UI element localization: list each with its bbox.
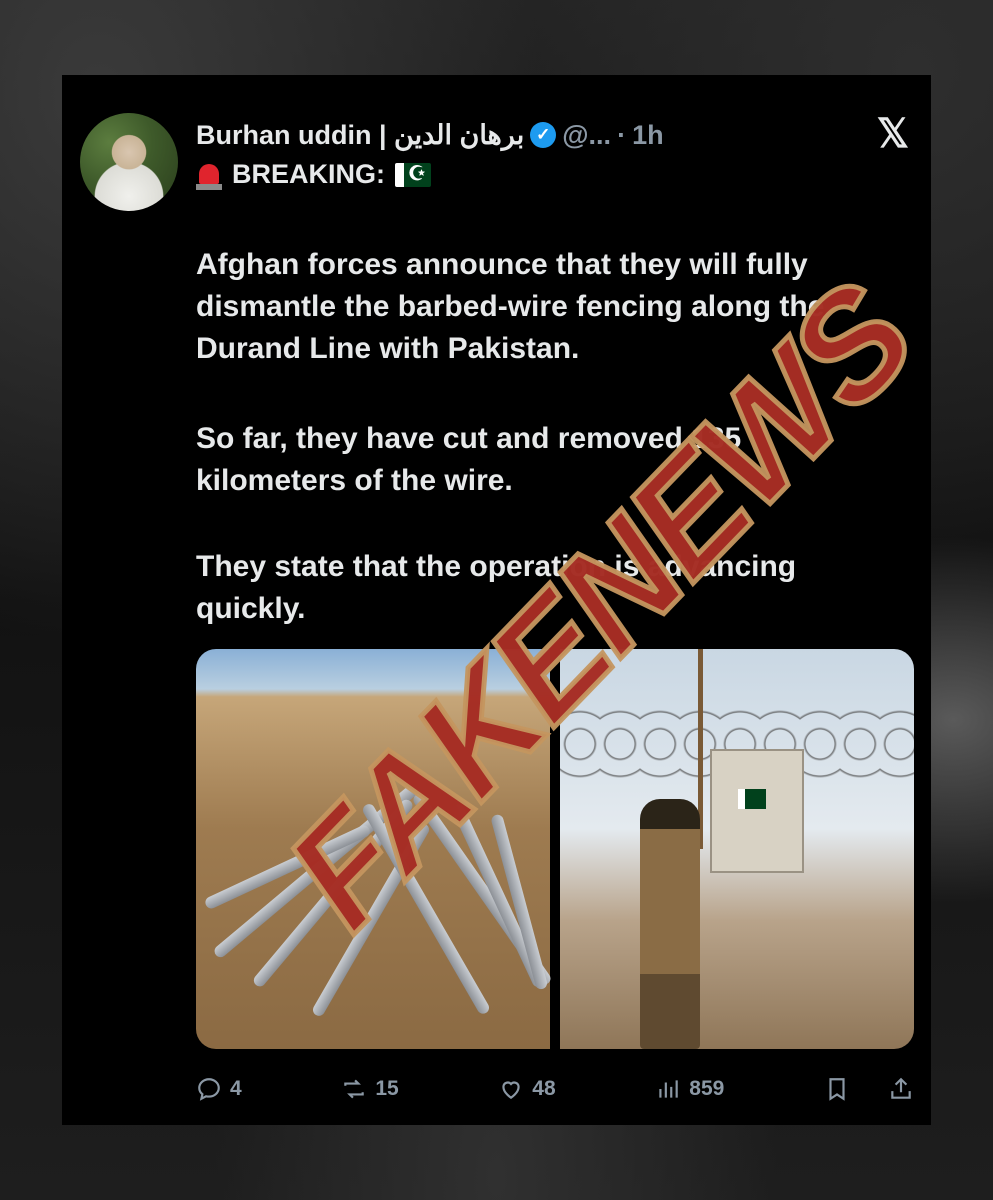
breaking-line: BREAKING: (196, 159, 431, 190)
author-row: Burhan uddin | برهان الدين ✓ @... · 1h (196, 117, 664, 153)
reply-icon (198, 1078, 220, 1101)
repost-count: 15 (375, 1077, 399, 1100)
views-button[interactable]: 859 (655, 1076, 724, 1102)
heart-icon (502, 1081, 520, 1099)
repost-button[interactable]: 15 (341, 1076, 399, 1102)
repost-icon (344, 1079, 365, 1099)
views-count: 859 (689, 1077, 725, 1100)
post-time[interactable]: 1h (632, 120, 664, 151)
rotating-light-icon (196, 160, 222, 190)
verified-badge-icon: ✓ (530, 122, 557, 148)
share-group (824, 1076, 914, 1102)
post-paragraph-1: Afghan forces announce that they will fu… (196, 248, 825, 365)
bookmark-icon[interactable] (824, 1076, 850, 1102)
author-name[interactable]: Burhan uddin | برهان الدين (196, 120, 524, 151)
separator-dot: · (617, 119, 627, 150)
photo-border-fence[interactable] (560, 649, 914, 1049)
x-logo-icon: 𝕏 (876, 112, 909, 156)
share-icon[interactable] (888, 1076, 914, 1102)
breaking-label: BREAKING: (232, 159, 385, 189)
pakistan-flag-icon (395, 162, 431, 187)
photo-metal-poles[interactable] (196, 649, 553, 1049)
tweet-card: Burhan uddin | برهان الدين ✓ @... · 1h 𝕏… (62, 75, 931, 1125)
author-handle[interactable]: @... (562, 120, 611, 151)
like-count: 48 (532, 1077, 556, 1100)
post-paragraph-3: They state that the operation is advanci… (196, 550, 797, 625)
action-bar: 4 15 48 859 (196, 1069, 914, 1109)
reply-count: 4 (230, 1077, 242, 1100)
views-chart-icon (659, 1080, 679, 1098)
like-button[interactable]: 48 (498, 1076, 556, 1102)
media-grid (196, 649, 914, 1049)
reply-button[interactable]: 4 (196, 1076, 242, 1102)
post-paragraph-2: So far, they have cut and removed 135 ki… (196, 422, 742, 497)
avatar[interactable] (80, 113, 178, 211)
